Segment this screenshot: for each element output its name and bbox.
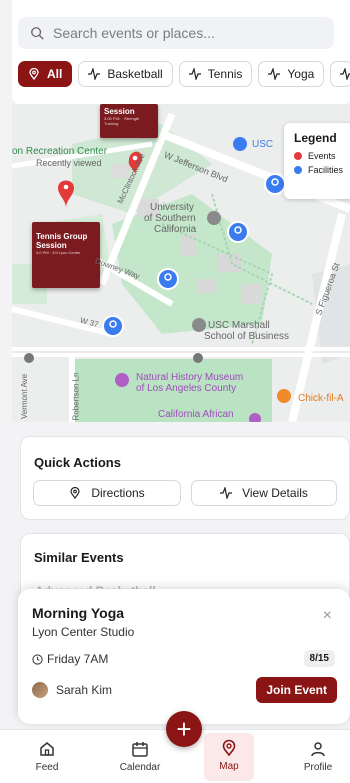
nav-item-map[interactable]: Map: [204, 733, 254, 781]
map-label: Vermont Ave: [20, 373, 30, 420]
map-event-card-sub: 3:00 P.M. · Strength Training: [104, 116, 140, 126]
activity-icon: [268, 68, 281, 80]
calendar-icon: [132, 742, 148, 757]
legend-title: Legend: [294, 131, 337, 145]
quick-actions-title: Quick Actions: [34, 455, 121, 470]
home-icon: [40, 742, 54, 756]
map-label: of Los Angeles County: [136, 383, 237, 394]
event-title: Morning Yoga: [32, 605, 125, 621]
map-label: USC Marshall: [208, 320, 270, 331]
activity-icon: [188, 68, 201, 80]
search-bar[interactable]: [18, 17, 334, 49]
filter-chip-label: Yoga: [287, 67, 315, 81]
event-detail-sheet: Morning Yoga Lyon Center Studio × Friday…: [18, 589, 350, 724]
create-event-button[interactable]: +: [166, 711, 202, 747]
facility-pin[interactable]: [157, 268, 179, 290]
capacity-badge: 8/15: [303, 650, 335, 667]
filter-chip-label: Basketball: [107, 67, 163, 81]
avatar: [32, 682, 48, 698]
search-input[interactable]: [53, 25, 313, 41]
map-label: Natural History Museum: [136, 372, 244, 383]
map-label: of Southern: [144, 213, 196, 224]
event-time-label: Friday 7AM: [47, 652, 109, 666]
map-screen: All Basketball Tennis Yoga: [0, 0, 350, 783]
map-legend: Legend Events Facilities: [284, 123, 350, 199]
search-header: [12, 0, 350, 104]
close-icon[interactable]: ×: [323, 607, 332, 625]
campus-map[interactable]: Session 3:00 P.M. · Strength Training Te…: [12, 104, 350, 422]
map-label: School of Business: [204, 331, 290, 342]
map-event-card[interactable]: Tennis Group Session 4:0 PM · 2/4 Lyon C…: [32, 222, 100, 288]
events-dot-icon: [294, 152, 302, 160]
nav-item-calendar[interactable]: Calendar: [112, 736, 168, 773]
location-pin-icon: [70, 487, 80, 499]
nav-label: Feed: [35, 762, 59, 773]
view-details-label: View Details: [242, 486, 308, 500]
event-time: Friday 7AM: [32, 652, 108, 666]
map-label: California: [154, 224, 197, 235]
map-label: Robertson Ln: [71, 372, 81, 421]
map-event-card-title: Tennis Group Session: [36, 232, 88, 250]
map-event-card[interactable]: Session 3:00 P.M. · Strength Training: [100, 104, 158, 138]
filter-chip-more[interactable]: [330, 61, 350, 87]
user-icon: [311, 742, 325, 757]
filter-chip-tennis[interactable]: Tennis: [178, 61, 253, 87]
filter-chip-all[interactable]: All: [18, 61, 73, 87]
facilities-dot-icon: [294, 166, 302, 174]
legend-item-events: Events: [294, 151, 350, 161]
filter-chip-label: All: [47, 67, 63, 81]
legend-item-facilities: Facilities: [294, 165, 350, 175]
host-name: Sarah Kim: [56, 683, 113, 697]
activity-icon: [220, 487, 233, 499]
location-pin-icon: [222, 739, 236, 757]
map-label: California African: [158, 409, 234, 420]
nav-label: Profile: [303, 762, 333, 773]
legend-label: Facilities: [308, 165, 344, 175]
facility-pin[interactable]: [102, 315, 124, 337]
search-icon: [31, 27, 44, 40]
similar-events-title: Similar Events: [34, 550, 124, 565]
map-event-card-sub: 4:0 PM · 2/4 Lyon Center: [36, 250, 81, 255]
map-label: University: [150, 202, 194, 213]
filter-chips: All Basketball Tennis Yoga: [18, 61, 350, 87]
map-label: on Recreation Center: [12, 146, 108, 157]
filter-chip-basketball[interactable]: Basketball: [78, 61, 173, 87]
nav-label: Calendar: [119, 762, 161, 773]
view-details-button[interactable]: View Details: [191, 480, 337, 506]
nav-item-feed[interactable]: Feed: [19, 736, 75, 773]
quick-actions-panel: Quick Actions Directions View Details: [20, 436, 350, 520]
legend-label: Events: [308, 151, 336, 161]
event-location: Lyon Center Studio: [32, 625, 135, 639]
filter-chip-label: Tennis: [207, 67, 243, 81]
clock-icon: [32, 653, 43, 665]
activity-icon: [340, 68, 350, 80]
directions-label: Directions: [91, 486, 145, 500]
directions-button[interactable]: Directions: [33, 480, 181, 506]
facility-pin[interactable]: [227, 221, 249, 243]
filter-chip-yoga[interactable]: Yoga: [258, 61, 325, 87]
facility-pin[interactable]: [264, 173, 286, 195]
map-label: Recently viewed: [36, 158, 102, 168]
activity-icon: [88, 68, 101, 80]
nav-item-profile[interactable]: Profile: [290, 736, 346, 773]
location-pin-icon: [29, 68, 39, 80]
map-event-card-title: Session: [104, 107, 135, 116]
event-host: Sarah Kim: [32, 682, 112, 698]
map-label: Chick-fil-A: [298, 393, 344, 404]
join-event-button[interactable]: Join Event: [256, 677, 337, 703]
nav-label: Map: [219, 761, 239, 772]
map-label: USC: [252, 139, 274, 150]
